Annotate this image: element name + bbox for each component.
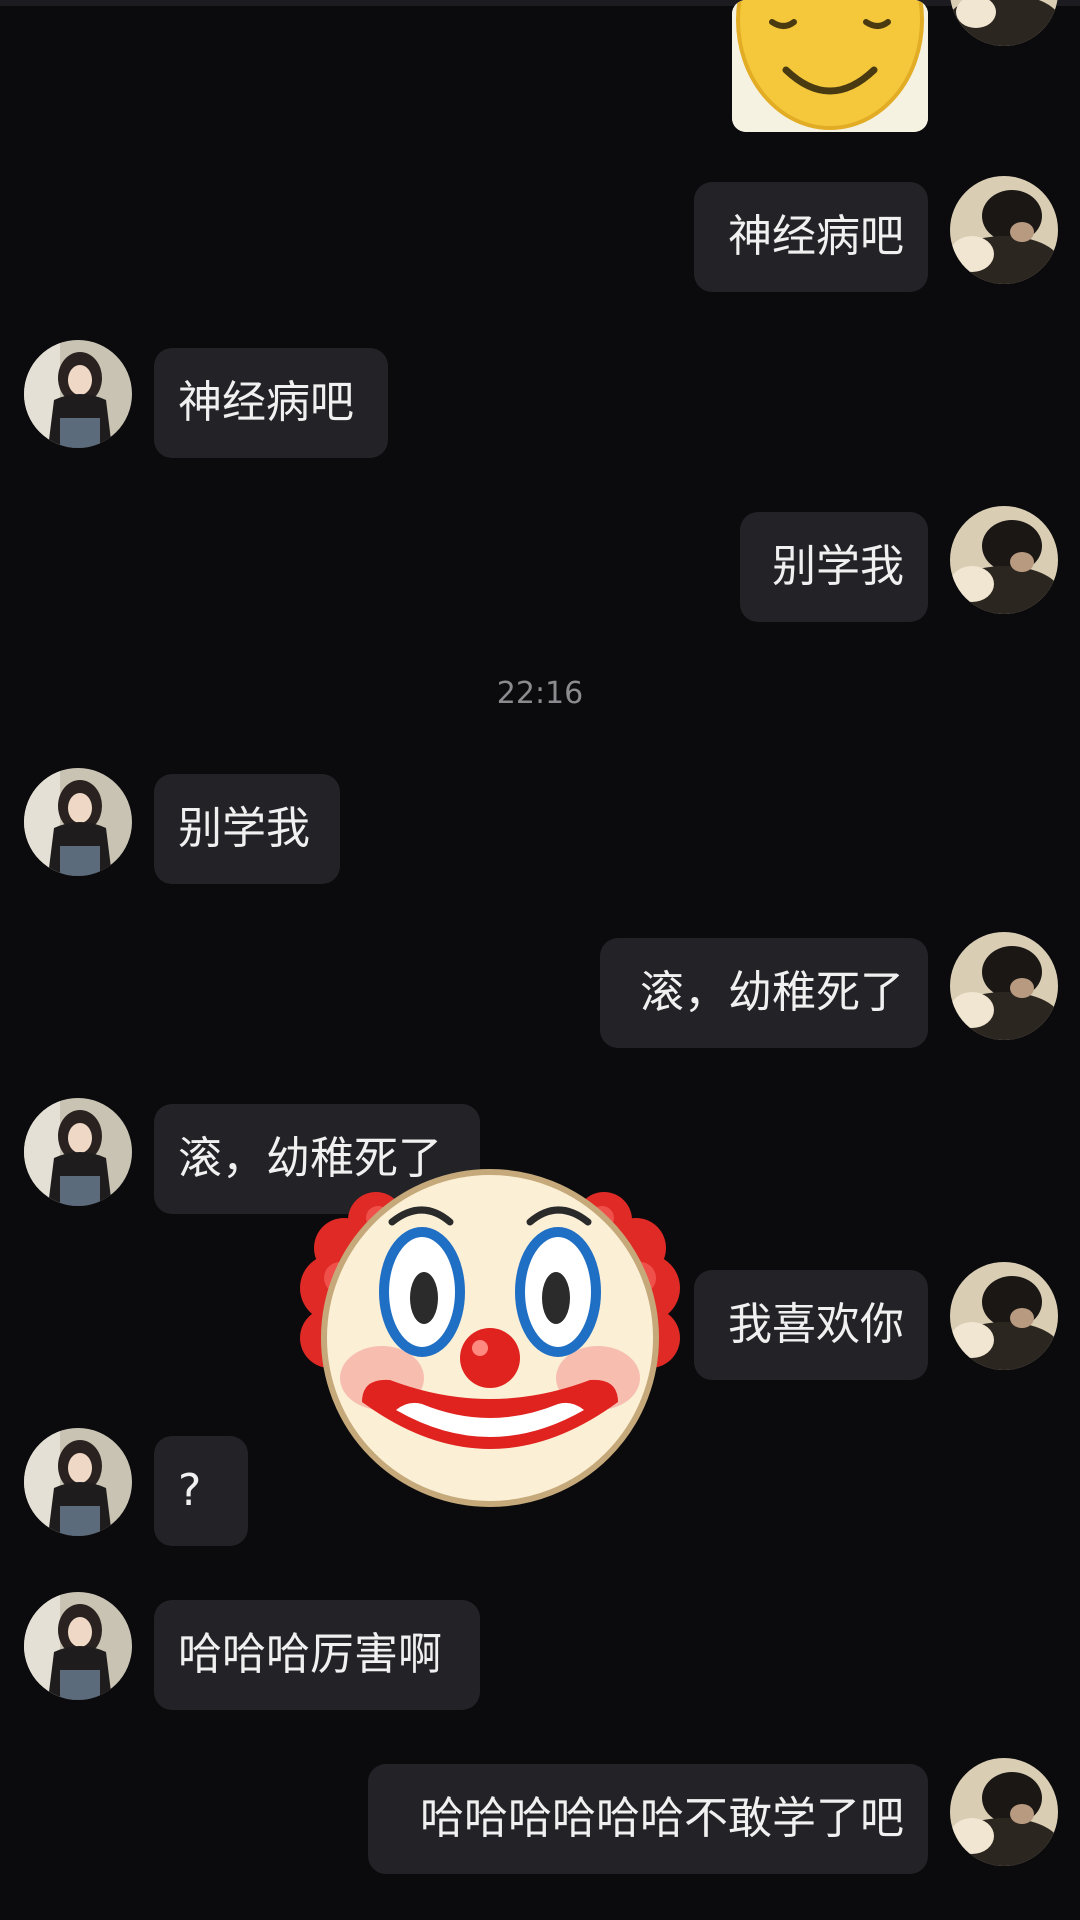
message-bubble-outgoing[interactable]: 滚，幼稚死了 [600, 938, 928, 1048]
avatar-contact[interactable] [24, 768, 132, 876]
avatar-me[interactable] [950, 1262, 1058, 1370]
avatar-me[interactable] [950, 1758, 1058, 1866]
avatar-me[interactable] [950, 506, 1058, 614]
message-bubble-incoming[interactable]: 神经病吧 [154, 348, 388, 458]
avatar-me[interactable] [950, 176, 1058, 284]
sticker-smiley[interactable] [732, 0, 928, 132]
avatar-me[interactable] [950, 0, 1058, 46]
message-bubble-incoming[interactable]: ? [154, 1436, 248, 1546]
message-bubble-outgoing[interactable]: 神经病吧 [694, 182, 928, 292]
avatar-contact[interactable] [24, 340, 132, 448]
smiley-sticker-icon [732, 0, 928, 132]
avatar-contact[interactable] [24, 1428, 132, 1536]
message-bubble-outgoing[interactable]: 哈哈哈哈哈哈不敢学了吧 [368, 1764, 928, 1874]
avatar-contact[interactable] [24, 1098, 132, 1206]
avatar-me[interactable] [950, 932, 1058, 1040]
message-bubble-incoming[interactable]: 哈哈哈厉害啊 [154, 1600, 480, 1710]
message-bubble-outgoing[interactable]: 别学我 [740, 512, 928, 622]
message-bubble-incoming[interactable]: 别学我 [154, 774, 340, 884]
clown-face-icon [300, 1148, 680, 1508]
message-timestamp: 22:16 [496, 676, 584, 711]
avatar-contact[interactable] [24, 1592, 132, 1700]
message-bubble-outgoing[interactable]: 我喜欢你 [694, 1270, 928, 1380]
